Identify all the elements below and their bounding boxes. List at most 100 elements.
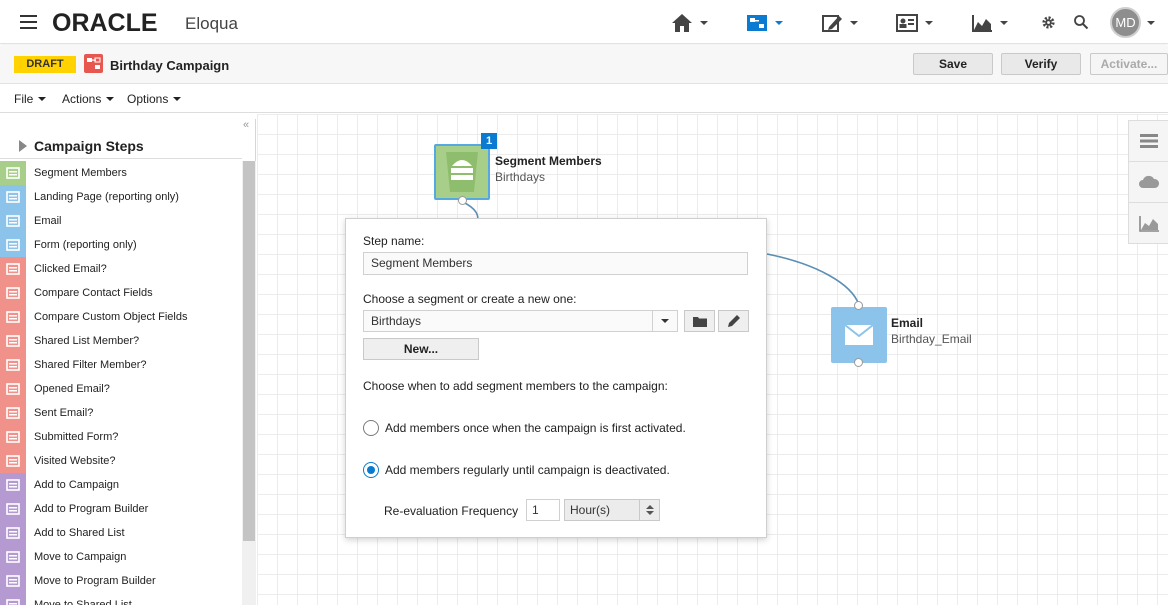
step-type-icon (0, 209, 26, 233)
email-node[interactable] (831, 307, 887, 363)
campaign-step-item[interactable]: Move to Program Builder (0, 569, 242, 593)
segment-choose-label: Choose a segment or create a new one: (363, 292, 577, 306)
orchestration-icon (747, 15, 767, 31)
segment-members-node[interactable] (434, 144, 490, 200)
campaign-step-item[interactable]: Compare Contact Fields (0, 281, 242, 305)
campaign-step-label: Add to Program Builder (34, 503, 149, 515)
home-nav[interactable] (670, 10, 708, 36)
segment-select[interactable]: Birthdays (363, 310, 678, 332)
frequency-unit-select[interactable]: Hour(s) (564, 499, 660, 521)
segment-output-connector[interactable] (458, 196, 467, 205)
verify-button[interactable]: Verify (1001, 53, 1081, 75)
actions-menu[interactable]: Actions (62, 92, 115, 106)
campaign-step-item[interactable]: Clicked Email? (0, 257, 242, 281)
segment-icon (446, 152, 478, 192)
pencil-edit-icon (822, 15, 842, 32)
step-type-icon (0, 425, 26, 449)
campaign-step-label: Form (reporting only) (34, 239, 137, 251)
campaign-step-item[interactable]: Add to Program Builder (0, 497, 242, 521)
hamburger-menu-icon[interactable] (20, 15, 37, 29)
new-segment-button[interactable]: New... (363, 338, 479, 360)
file-menu-label: File (14, 92, 34, 106)
file-menu[interactable]: File (14, 92, 47, 106)
step-type-icon (0, 233, 26, 257)
save-button[interactable]: Save (913, 53, 993, 75)
campaign-step-item[interactable]: Add to Shared List (0, 521, 242, 545)
campaign-step-label: Sent Email? (34, 407, 94, 419)
step-type-icon (0, 161, 26, 185)
options-menu[interactable]: Options (127, 92, 182, 106)
campaign-step-item[interactable]: Submitted Form? (0, 425, 242, 449)
option-regular-radio[interactable] (363, 462, 379, 478)
product-name: Eloqua (185, 14, 238, 33)
sidebar-scrollbar[interactable] (242, 161, 256, 605)
option-regular-row[interactable]: Add members regularly until campaign is … (363, 462, 670, 478)
step-number-badge: 1 (481, 133, 497, 149)
home-icon (672, 14, 692, 32)
campaign-step-label: Email (34, 215, 62, 227)
search-icon[interactable] (1073, 14, 1089, 30)
contact-card-icon (896, 14, 918, 32)
arrow-down-icon (645, 511, 654, 515)
campaign-steps-header[interactable]: Campaign Steps (0, 131, 242, 159)
rail-cloud-button[interactable] (1129, 162, 1168, 203)
campaign-step-item[interactable]: Visited Website? (0, 449, 242, 473)
arrow-up-icon (645, 505, 654, 509)
campaign-step-item[interactable]: Opened Email? (0, 377, 242, 401)
chevron-down-icon (850, 21, 858, 25)
step-type-icon (0, 449, 26, 473)
orchestration-nav[interactable] (745, 10, 783, 36)
campaign-step-item[interactable]: Shared List Member? (0, 329, 242, 353)
option-once-row[interactable]: Add members once when the campaign is fi… (363, 420, 686, 436)
insight-nav[interactable] (970, 10, 1008, 36)
email-node-title: Email (891, 316, 924, 330)
chevron-down-icon (661, 319, 669, 323)
campaign-step-item[interactable]: Landing Page (reporting only) (0, 185, 242, 209)
campaign-step-label: Visited Website? (34, 455, 116, 467)
user-avatar[interactable]: MD (1110, 7, 1141, 38)
activate-button[interactable]: Activate... (1090, 53, 1168, 75)
campaign-step-label: Landing Page (reporting only) (34, 191, 179, 203)
campaign-title-bar: DRAFT Birthday Campaign Save Verify Acti… (0, 46, 1168, 84)
option-regular-label: Add members regularly until campaign is … (385, 463, 670, 477)
campaign-step-item[interactable]: Email (0, 209, 242, 233)
edit-segment-button[interactable] (718, 310, 749, 332)
email-output-connector[interactable] (854, 358, 863, 367)
step-name-input[interactable]: Segment Members (363, 252, 748, 275)
campaign-step-label: Segment Members (34, 167, 127, 179)
top-bar: ORACLE Eloqua MD (0, 0, 1168, 44)
frequency-input[interactable]: 1 (526, 499, 560, 521)
campaign-step-label: Add to Campaign (34, 479, 119, 491)
frequency-spinner[interactable] (639, 500, 659, 520)
scrollbar-thumb[interactable] (243, 161, 255, 541)
folder-icon (692, 317, 707, 327)
campaign-step-label: Move to Program Builder (34, 575, 156, 587)
chevron-down-icon[interactable] (1147, 21, 1155, 25)
contacts-nav[interactable] (895, 10, 933, 36)
campaign-title: Birthday Campaign (110, 58, 230, 73)
campaign-step-item[interactable]: Segment Members (0, 161, 242, 185)
campaign-step-label: Shared Filter Member? (34, 359, 147, 371)
email-input-connector[interactable] (854, 301, 863, 310)
rail-chart-button[interactable] (1129, 203, 1168, 244)
option-once-radio[interactable] (363, 420, 379, 436)
segment-dropdown-button[interactable] (652, 311, 677, 331)
campaign-step-item[interactable]: Sent Email? (0, 401, 242, 425)
campaign-step-item[interactable]: Form (reporting only) (0, 233, 242, 257)
campaign-step-item[interactable]: Compare Custom Object Fields (0, 305, 242, 329)
step-type-icon (0, 497, 26, 521)
campaign-step-item[interactable]: Move to Campaign (0, 545, 242, 569)
browse-segment-button[interactable] (684, 310, 715, 332)
frequency-label: Re-evaluation Frequency (384, 504, 519, 518)
campaign-step-label: Submitted Form? (34, 431, 119, 443)
campaign-step-item[interactable]: Add to Campaign (0, 473, 242, 497)
rail-list-button[interactable] (1129, 121, 1168, 162)
gear-icon[interactable] (1041, 15, 1056, 30)
campaign-step-item[interactable]: Shared Filter Member? (0, 353, 242, 377)
options-menu-label: Options (127, 92, 169, 106)
collapse-panel-icon[interactable]: « (243, 119, 249, 131)
campaign-step-item[interactable]: Move to Shared List (0, 593, 242, 605)
assets-nav[interactable] (820, 10, 858, 36)
cloud-icon (1138, 175, 1159, 188)
when-label: Choose when to add segment members to th… (363, 379, 668, 393)
